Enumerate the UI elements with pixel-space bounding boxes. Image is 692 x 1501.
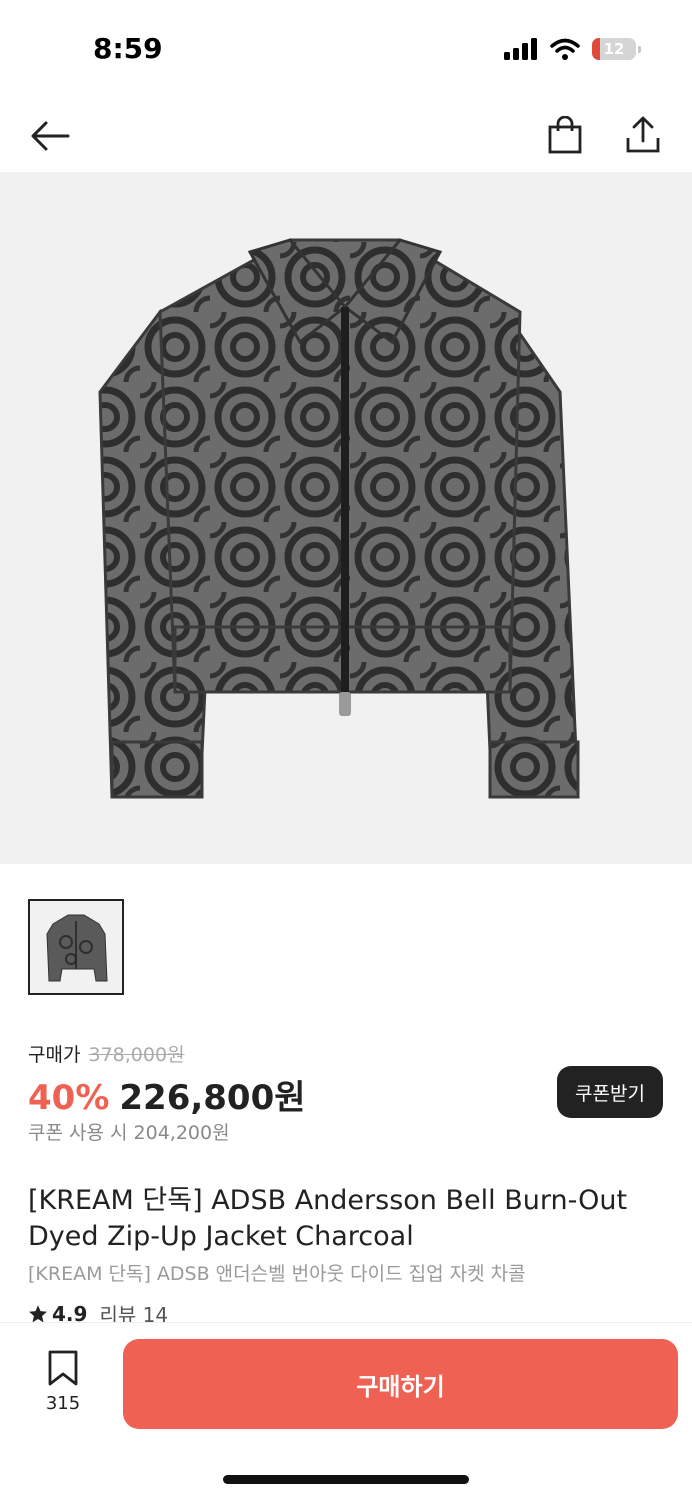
- status-time: 8:59: [93, 32, 163, 65]
- share-icon: [626, 116, 660, 153]
- current-price: 226,800원: [119, 1078, 306, 1118]
- product-title: [KREAM 단독] ADSB Andersson Bell Burn-Out …: [28, 1185, 628, 1252]
- product-subtitle: [KREAM 단독] ADSB 앤더슨벨 번아웃 다이드 집업 자켓 차콜: [28, 1263, 526, 1285]
- bookmark-button[interactable]: 315: [40, 1349, 86, 1414]
- discount-rate: 40%: [28, 1078, 110, 1118]
- battery-level: 12: [603, 40, 625, 58]
- bookmark-count: 315: [45, 1393, 81, 1414]
- bookmark-icon: [48, 1350, 78, 1386]
- signal-icon: [504, 38, 537, 60]
- status-bar: 8:59 12: [0, 0, 692, 100]
- share-button[interactable]: [618, 110, 668, 160]
- top-nav: [0, 100, 692, 172]
- battery-icon: 12: [592, 38, 641, 60]
- wifi-icon: [550, 38, 580, 60]
- jacket-image: [98, 238, 580, 799]
- shopping-bag-icon: [548, 116, 582, 154]
- back-button[interactable]: [26, 112, 74, 160]
- home-indicator: [223, 1475, 469, 1484]
- product-image[interactable]: [0, 172, 692, 864]
- price-label-row: 구매가 378,000원: [28, 1040, 185, 1067]
- price-main: 40% 226,800원: [28, 1070, 306, 1119]
- coupon-price: 쿠폰 사용 시 204,200원: [28, 1122, 230, 1144]
- shopping-bag-button[interactable]: [540, 110, 590, 160]
- coupon-button[interactable]: 쿠폰받기: [557, 1066, 663, 1118]
- thumbnail-selected[interactable]: [28, 899, 124, 995]
- original-price: 378,000원: [88, 1044, 185, 1066]
- price-label: 구매가: [28, 1044, 81, 1066]
- back-arrow-icon: [31, 121, 70, 151]
- buy-button[interactable]: 구매하기: [123, 1339, 678, 1429]
- star-icon: [29, 1304, 47, 1322]
- jacket-thumbnail-image: [46, 914, 108, 982]
- status-icons: 12: [504, 38, 641, 60]
